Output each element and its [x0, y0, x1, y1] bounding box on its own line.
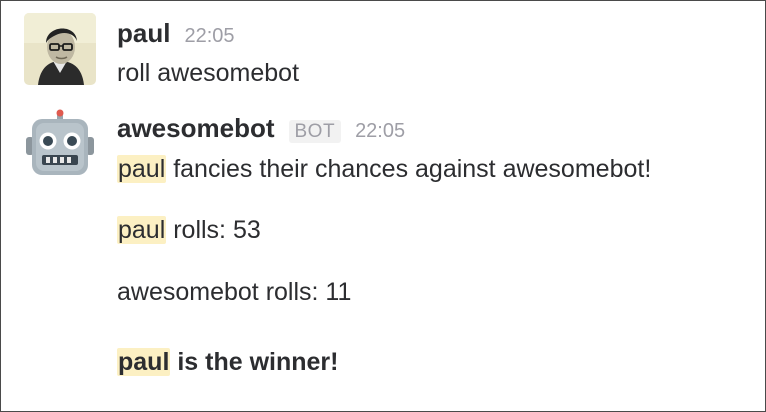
message-line: paul is the winner!	[117, 348, 339, 377]
message-text: awesomebot rolls: 11	[117, 278, 352, 306]
message-timestamp[interactable]: 22:05	[355, 120, 405, 143]
chat-window: paul 22:05 roll awesomebot awesomebot BO…	[0, 0, 766, 412]
message-text: rolls: 53	[166, 216, 261, 244]
message-line: awesomebot rolls: 11	[117, 278, 351, 307]
message-line: paul rolls: 53	[117, 216, 261, 245]
user-mention[interactable]: paul	[117, 155, 167, 183]
message-header: awesomebot BOT 22:05	[117, 113, 405, 147]
message-text: roll awesomebot	[117, 59, 300, 87]
user-avatar-icon[interactable]	[24, 13, 96, 85]
message-line: paul fancies their chances against aweso…	[117, 155, 651, 184]
message-header: paul 22:05	[117, 18, 235, 52]
sender-name[interactable]: awesomebot	[117, 113, 275, 144]
bot-badge: BOT	[288, 120, 342, 143]
sender-name[interactable]: paul	[117, 18, 170, 49]
message-timestamp[interactable]: 22:05	[184, 25, 234, 48]
message-text: is the winner!	[170, 348, 339, 376]
user-mention[interactable]: paul	[117, 348, 171, 376]
robot-avatar-icon[interactable]	[24, 109, 96, 181]
message-text: fancies their chances against awesomebot…	[166, 155, 652, 183]
user-mention[interactable]: paul	[117, 216, 167, 244]
